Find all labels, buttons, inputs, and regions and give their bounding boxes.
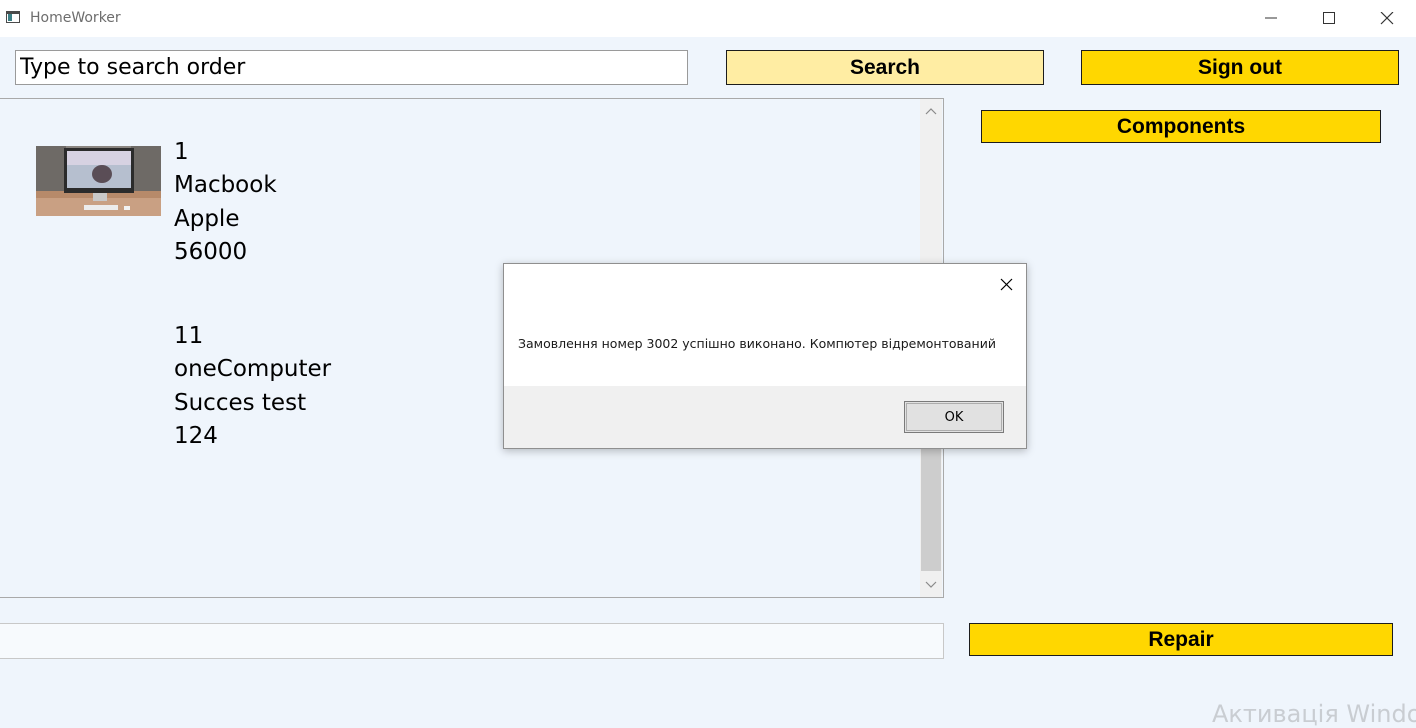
maximize-icon	[1323, 12, 1335, 24]
chevron-down-icon	[925, 581, 937, 588]
app-window-icon	[6, 11, 20, 23]
order-name: Macbook	[174, 172, 277, 199]
scroll-up-button[interactable]	[920, 101, 942, 121]
sign-out-button[interactable]: Sign out	[1081, 50, 1399, 85]
order-price: 56000	[174, 238, 248, 265]
dialog-footer: OK	[504, 386, 1026, 448]
window-title: HomeWorker	[30, 10, 121, 26]
minimize-button[interactable]	[1243, 0, 1301, 37]
chevron-up-icon	[925, 108, 937, 115]
order-brand: Succes test	[174, 389, 307, 416]
order-price: 124	[174, 422, 218, 449]
order-name: oneComputer	[174, 356, 332, 383]
maximize-button[interactable]	[1300, 0, 1358, 37]
minimize-icon	[1265, 17, 1277, 19]
order-details: 11 oneComputer Succes test 124	[174, 320, 331, 453]
order-id: 1	[174, 139, 189, 165]
search-button[interactable]: Search	[726, 50, 1044, 85]
repair-input[interactable]	[0, 623, 944, 659]
close-icon	[1380, 12, 1394, 25]
components-button[interactable]: Components	[981, 110, 1381, 143]
close-icon	[1000, 278, 1013, 291]
list-item[interactable]: 1 Macbook Apple 56000	[0, 99, 900, 265]
order-id: 11	[174, 323, 204, 349]
repair-button[interactable]: Repair	[969, 623, 1393, 656]
close-window-button[interactable]	[1358, 0, 1416, 37]
order-brand: Apple	[174, 205, 240, 232]
order-details: 1 Macbook Apple 56000	[174, 136, 277, 269]
search-input[interactable]	[15, 50, 688, 85]
ok-button[interactable]: OK	[904, 401, 1004, 433]
dialog-close-button[interactable]	[994, 272, 1018, 296]
activation-watermark: Активація Windows	[1212, 700, 1416, 728]
title-bar: HomeWorker	[0, 0, 1416, 37]
dialog-message: Замовлення номер 3002 успішно виконано. …	[518, 336, 996, 351]
order-image	[36, 146, 161, 216]
message-dialog: Замовлення номер 3002 успішно виконано. …	[503, 263, 1027, 449]
scroll-down-button[interactable]	[920, 575, 942, 595]
